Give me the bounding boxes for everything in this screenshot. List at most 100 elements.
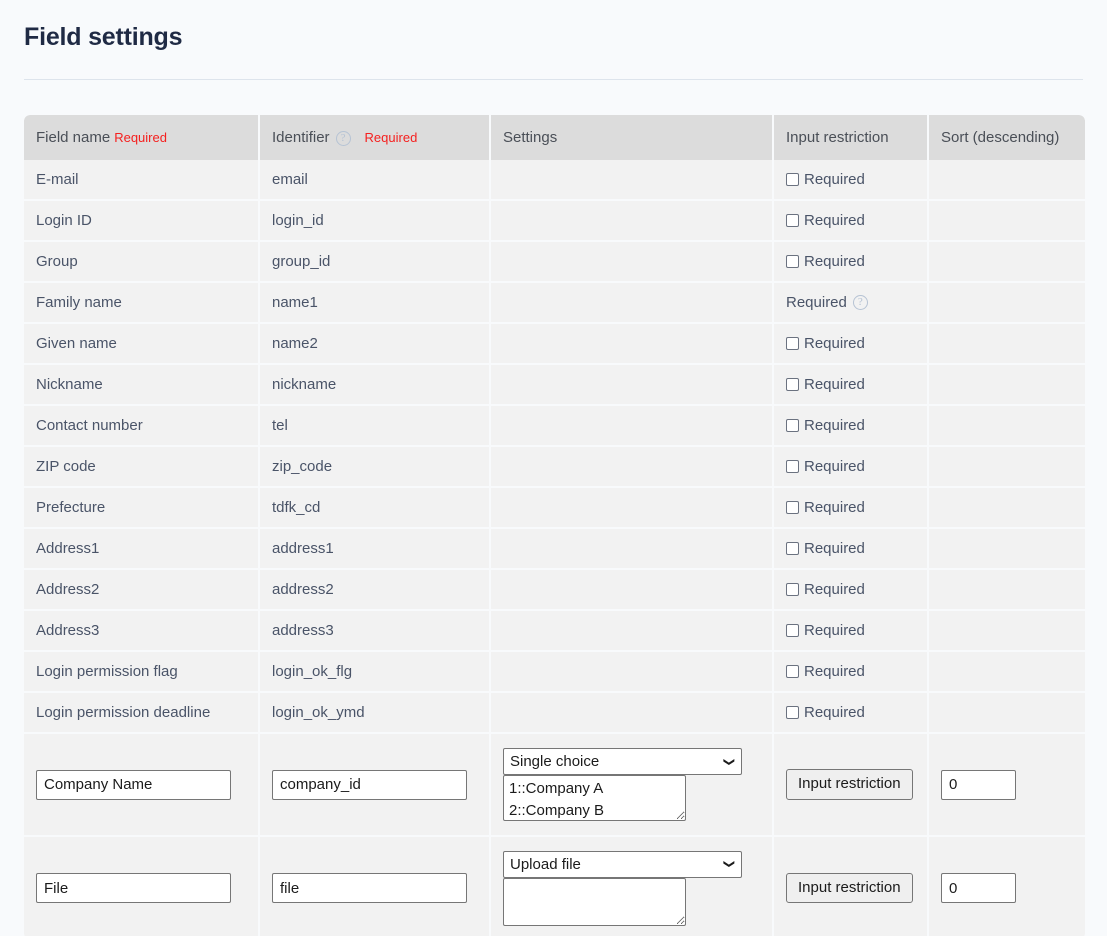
required-checkbox-row[interactable]: Required: [786, 622, 915, 639]
cell-settings: [490, 651, 774, 693]
cell-field-name: Address2: [24, 569, 260, 611]
cell-sort: [928, 241, 1085, 283]
settings-stack: Single choice ❯: [503, 748, 760, 821]
cell-input-restriction: Required: [773, 446, 929, 488]
cell-sort: [928, 446, 1085, 488]
cell-input-restriction: Required: [773, 200, 929, 242]
required-checkbox[interactable]: [786, 501, 799, 514]
required-checkbox[interactable]: [786, 665, 799, 678]
identifier-input[interactable]: [272, 769, 467, 800]
required-checkbox-row[interactable]: Required: [786, 704, 915, 721]
cell-identifier: zip_code: [259, 446, 491, 488]
required-checkbox-row[interactable]: Required: [786, 417, 915, 434]
required-checkbox[interactable]: [786, 214, 799, 227]
cell-identifier: name1: [259, 282, 491, 324]
cell-sort-editable: [928, 733, 1085, 837]
choice-options-textarea[interactable]: [503, 877, 686, 926]
required-checkbox[interactable]: [786, 460, 799, 473]
cell-identifier: email: [259, 160, 491, 201]
column-header-sort-label: Sort (descending): [941, 129, 1060, 146]
column-header-input-restriction: Input restriction: [773, 115, 929, 160]
page-root: Field settings Field name Required Identi…: [0, 0, 1107, 936]
cell-settings: [490, 569, 774, 611]
cell-sort: [928, 610, 1085, 652]
required-checkbox-row[interactable]: Required: [786, 376, 915, 393]
input-restriction-button[interactable]: Input restriction: [786, 872, 913, 904]
required-checkbox-label: Required: [804, 171, 865, 188]
cell-input-restriction: Required: [773, 651, 929, 693]
required-checkbox[interactable]: [786, 337, 799, 350]
cell-field-name: Nickname: [24, 364, 260, 406]
field-name-input[interactable]: [36, 769, 231, 800]
cell-sort: [928, 200, 1085, 242]
cell-settings: [490, 241, 774, 283]
field-name-input[interactable]: [36, 873, 231, 903]
cell-input-restriction: Required?: [773, 282, 929, 324]
field-type-select[interactable]: Single choice: [503, 748, 742, 775]
cell-identifier: nickname: [259, 364, 491, 406]
required-checkbox-row[interactable]: Required: [786, 171, 915, 188]
required-checkbox[interactable]: [786, 583, 799, 596]
choice-options-textarea[interactable]: [503, 775, 686, 821]
cell-identifier-editable: [259, 836, 491, 936]
required-checkbox-row[interactable]: Required: [786, 581, 915, 598]
table-row: Address2 address2 Required: [24, 569, 1085, 611]
cell-identifier: address3: [259, 610, 491, 652]
column-header-identifier: Identifier? Required: [259, 115, 491, 160]
cell-settings: [490, 528, 774, 570]
required-checkbox-row[interactable]: Required: [786, 335, 915, 352]
required-checkbox[interactable]: [786, 255, 799, 268]
cell-sort: [928, 364, 1085, 406]
table-row: ZIP code zip_code Required: [24, 446, 1085, 488]
cell-settings-editable: Upload file ❯: [490, 836, 774, 936]
required-checkbox-label: Required: [804, 499, 865, 516]
input-restriction-button[interactable]: Input restriction: [786, 769, 913, 800]
column-header-input-restriction-label: Input restriction: [786, 129, 889, 146]
required-checkbox[interactable]: [786, 173, 799, 186]
table-body: E-mail email Required Login ID login_id Re…: [24, 160, 1085, 936]
required-checkbox-row[interactable]: Required: [786, 663, 915, 680]
cell-sort: [928, 569, 1085, 611]
required-checkbox-row[interactable]: Required: [786, 499, 915, 516]
required-checkbox-label: Required: [804, 622, 865, 639]
table-row: Nickname nickname Required: [24, 364, 1085, 406]
cell-identifier: name2: [259, 323, 491, 365]
cell-field-name: Address1: [24, 528, 260, 570]
help-circle-icon[interactable]: ?: [852, 295, 868, 310]
field-type-select-wrapper: Upload file ❯: [503, 850, 742, 878]
cell-field-name: ZIP code: [24, 446, 260, 488]
required-checkbox[interactable]: [786, 706, 799, 719]
field-type-select-wrapper: Single choice ❯: [503, 748, 742, 775]
cell-settings: [490, 692, 774, 734]
table-row: E-mail email Required: [24, 160, 1085, 201]
cell-field-name: E-mail: [24, 160, 260, 201]
required-checkbox-row[interactable]: Required: [786, 212, 915, 229]
cell-input-restriction: Required: [773, 692, 929, 734]
required-checkbox[interactable]: [786, 542, 799, 555]
field-type-select[interactable]: Upload file: [503, 850, 742, 878]
cell-settings: [490, 200, 774, 242]
field-settings-table: Field name Required Identifier? Required S…: [24, 115, 1085, 936]
required-checkbox-row[interactable]: Required: [786, 458, 915, 475]
required-static-label: Required: [786, 294, 847, 311]
required-checkbox[interactable]: [786, 419, 799, 432]
identifier-input[interactable]: [272, 873, 467, 903]
sort-order-input[interactable]: [941, 769, 1016, 800]
table-row: Prefecture tdfk_cd Required: [24, 487, 1085, 529]
cell-identifier: login_ok_ymd: [259, 692, 491, 734]
table-row-editable: Single choice❯ Input restriction: [24, 733, 1085, 837]
table-header: Field name Required Identifier? Required S…: [24, 115, 1085, 160]
cell-input-restriction: Required: [773, 569, 929, 611]
cell-input-restriction: Required: [773, 241, 929, 283]
cell-settings: [490, 405, 774, 447]
sort-order-input[interactable]: [941, 873, 1016, 903]
cell-settings-editable: Single choice ❯: [490, 733, 774, 837]
identifier-required-tag: Required: [364, 130, 418, 145]
required-checkbox-row[interactable]: Required: [786, 253, 915, 270]
required-checkbox[interactable]: [786, 378, 799, 391]
help-circle-icon[interactable]: ?: [335, 131, 351, 146]
cell-input-restriction-editable: Input restriction: [773, 733, 929, 837]
cell-input-restriction: Required: [773, 405, 929, 447]
required-checkbox-row[interactable]: Required: [786, 540, 915, 557]
required-checkbox[interactable]: [786, 624, 799, 637]
